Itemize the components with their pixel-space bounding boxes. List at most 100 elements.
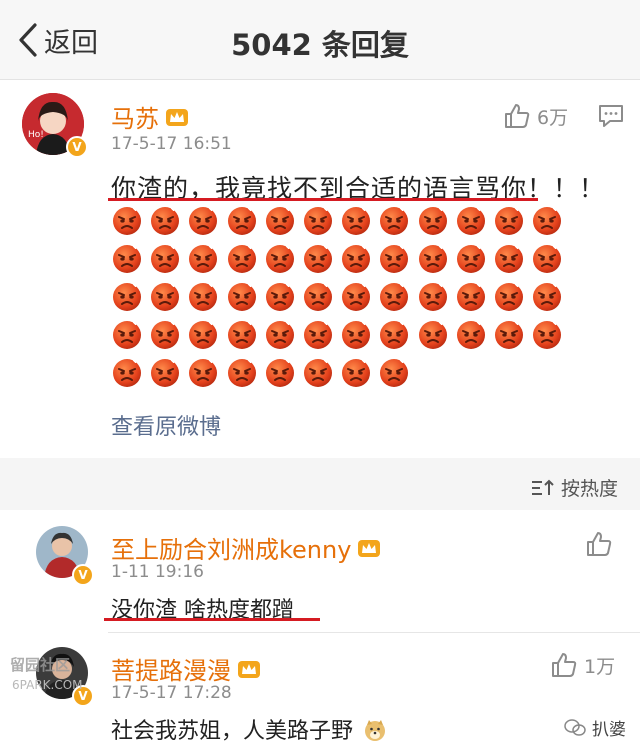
angry-emoji-icon	[455, 204, 487, 236]
comment-item: V 菩提路漫漫 17-5-17 17:28 1万 社会我苏姐，人美路子野	[0, 633, 640, 753]
angry-emoji-icon	[531, 318, 563, 350]
comment-username-label: 菩提路漫漫	[111, 657, 231, 685]
post-time: 17-5-17 16:51	[111, 134, 232, 154]
angry-emoji-icon	[264, 242, 296, 274]
angry-emoji-icon	[531, 204, 563, 236]
verified-badge-icon: V	[66, 136, 88, 158]
angry-emoji-icon	[264, 356, 296, 388]
angry-emoji-icon	[493, 204, 525, 236]
comment-username[interactable]: 至上励合刘洲成kenny	[111, 530, 381, 565]
angry-emoji-icon	[187, 280, 219, 312]
angry-emoji-icon	[111, 242, 143, 274]
angry-emoji-icon	[531, 280, 563, 312]
angry-emoji-icon	[226, 204, 258, 236]
angry-emoji-icon	[302, 242, 334, 274]
angry-emoji-icon	[417, 242, 449, 274]
angry-emoji-icon	[111, 356, 143, 388]
angry-emoji-icon	[111, 280, 143, 312]
vip-crown-icon	[358, 539, 381, 557]
angry-emoji-icon	[149, 280, 181, 312]
like-count: 6万	[537, 106, 569, 129]
verified-badge-icon: V	[72, 564, 94, 586]
vip-crown-icon	[166, 108, 188, 126]
comment-text: 社会我苏姐，人美路子野	[111, 713, 387, 745]
angry-emoji-icon	[340, 280, 372, 312]
angry-emoji-icon	[378, 318, 410, 350]
angry-emoji-icon	[187, 242, 219, 274]
sort-icon	[531, 479, 554, 495]
angry-emoji-icon	[187, 356, 219, 388]
sort-button[interactable]: 按热度	[531, 474, 618, 501]
angry-emoji-icon	[417, 204, 449, 236]
comment-username-label: 至上励合刘洲成kenny	[111, 536, 352, 564]
angry-emoji-icon	[264, 204, 296, 236]
angry-emoji-icon	[264, 318, 296, 350]
original-post: Ho! V 马苏 17-5-17 16:51 6万 你渣的，我竟找不到合适的语言…	[0, 81, 640, 458]
comment-username[interactable]: 菩提路漫漫	[111, 651, 261, 686]
angry-emoji-icon	[226, 318, 258, 350]
angry-emoji-icon	[111, 204, 143, 236]
view-original-link[interactable]: 查看原微博	[111, 409, 221, 441]
comment-time: 17-5-17 17:28	[111, 683, 232, 703]
angry-emoji-icon	[340, 242, 372, 274]
angry-emoji-icon	[302, 318, 334, 350]
angry-emoji-icon	[378, 356, 410, 388]
angry-emoji-icon	[455, 280, 487, 312]
angry-emoji-icon	[302, 280, 334, 312]
thumbs-up-icon	[587, 532, 612, 556]
thumbs-up-icon	[505, 104, 530, 128]
comment-icon[interactable]	[598, 104, 624, 128]
angry-emoji-icon	[455, 242, 487, 274]
angry-emoji-icon	[340, 356, 372, 388]
angry-emoji-icon	[111, 318, 143, 350]
like-count: 1万	[584, 655, 616, 678]
wechat-icon	[564, 718, 586, 736]
angry-emoji-icon	[226, 356, 258, 388]
like-button[interactable]: 6万	[503, 102, 568, 130]
angry-emoji-icon	[493, 318, 525, 350]
vip-crown-icon	[238, 660, 260, 678]
thumbs-up-icon	[552, 653, 577, 677]
highlight-underline	[104, 618, 320, 621]
watermark-url: 6PARK.COM	[12, 678, 83, 692]
angry-emoji-icon	[302, 204, 334, 236]
like-button[interactable]	[585, 530, 619, 558]
page-title: 5042 条回复	[231, 28, 409, 62]
angry-emoji-icon	[226, 280, 258, 312]
angry-emoji-icon	[417, 280, 449, 312]
sort-bar: 按热度	[0, 458, 640, 510]
angry-emoji-icon	[340, 204, 372, 236]
username-label: 马苏	[111, 105, 159, 133]
watermark-text: 留园社区	[10, 656, 71, 674]
angry-emoji-icon	[378, 280, 410, 312]
comment-item: V 至上励合刘洲成kenny 1-11 19:16 没你渣 啥热度都蹭	[0, 510, 640, 632]
svg-text:Ho!: Ho!	[28, 130, 44, 140]
brand-watermark: 扒婆	[564, 715, 626, 740]
angry-emoji-icon	[302, 356, 334, 388]
comment-text-content: 社会我苏姐，人美路子野	[111, 719, 354, 744]
angry-emoji-icon	[531, 242, 563, 274]
angry-emoji-icon	[493, 280, 525, 312]
angry-emoji-icon	[226, 242, 258, 274]
angry-emoji-icon	[455, 318, 487, 350]
angry-emoji-icon	[149, 318, 181, 350]
nav-bar: 返回 5042 条回复	[0, 0, 640, 80]
angry-emoji-icon	[417, 318, 449, 350]
angry-emoji-icon	[149, 242, 181, 274]
comment-time: 1-11 19:16	[111, 562, 204, 582]
angry-emoji-icon	[378, 204, 410, 236]
sort-label: 按热度	[560, 478, 618, 500]
doge-emoji-icon	[365, 720, 386, 741]
angry-emoji-icon	[149, 356, 181, 388]
angry-emoji-icon	[264, 280, 296, 312]
angry-emoji-icon	[187, 204, 219, 236]
angry-emoji-icon	[187, 318, 219, 350]
highlight-underline	[108, 198, 538, 201]
username[interactable]: 马苏	[111, 99, 189, 134]
angry-emoji-icon	[493, 242, 525, 274]
brand-label: 扒婆	[592, 720, 626, 740]
like-button[interactable]: 1万	[550, 651, 615, 679]
angry-emoji-icon	[378, 242, 410, 274]
angry-emoji-icon	[340, 318, 372, 350]
angry-emoji-icon	[149, 204, 181, 236]
